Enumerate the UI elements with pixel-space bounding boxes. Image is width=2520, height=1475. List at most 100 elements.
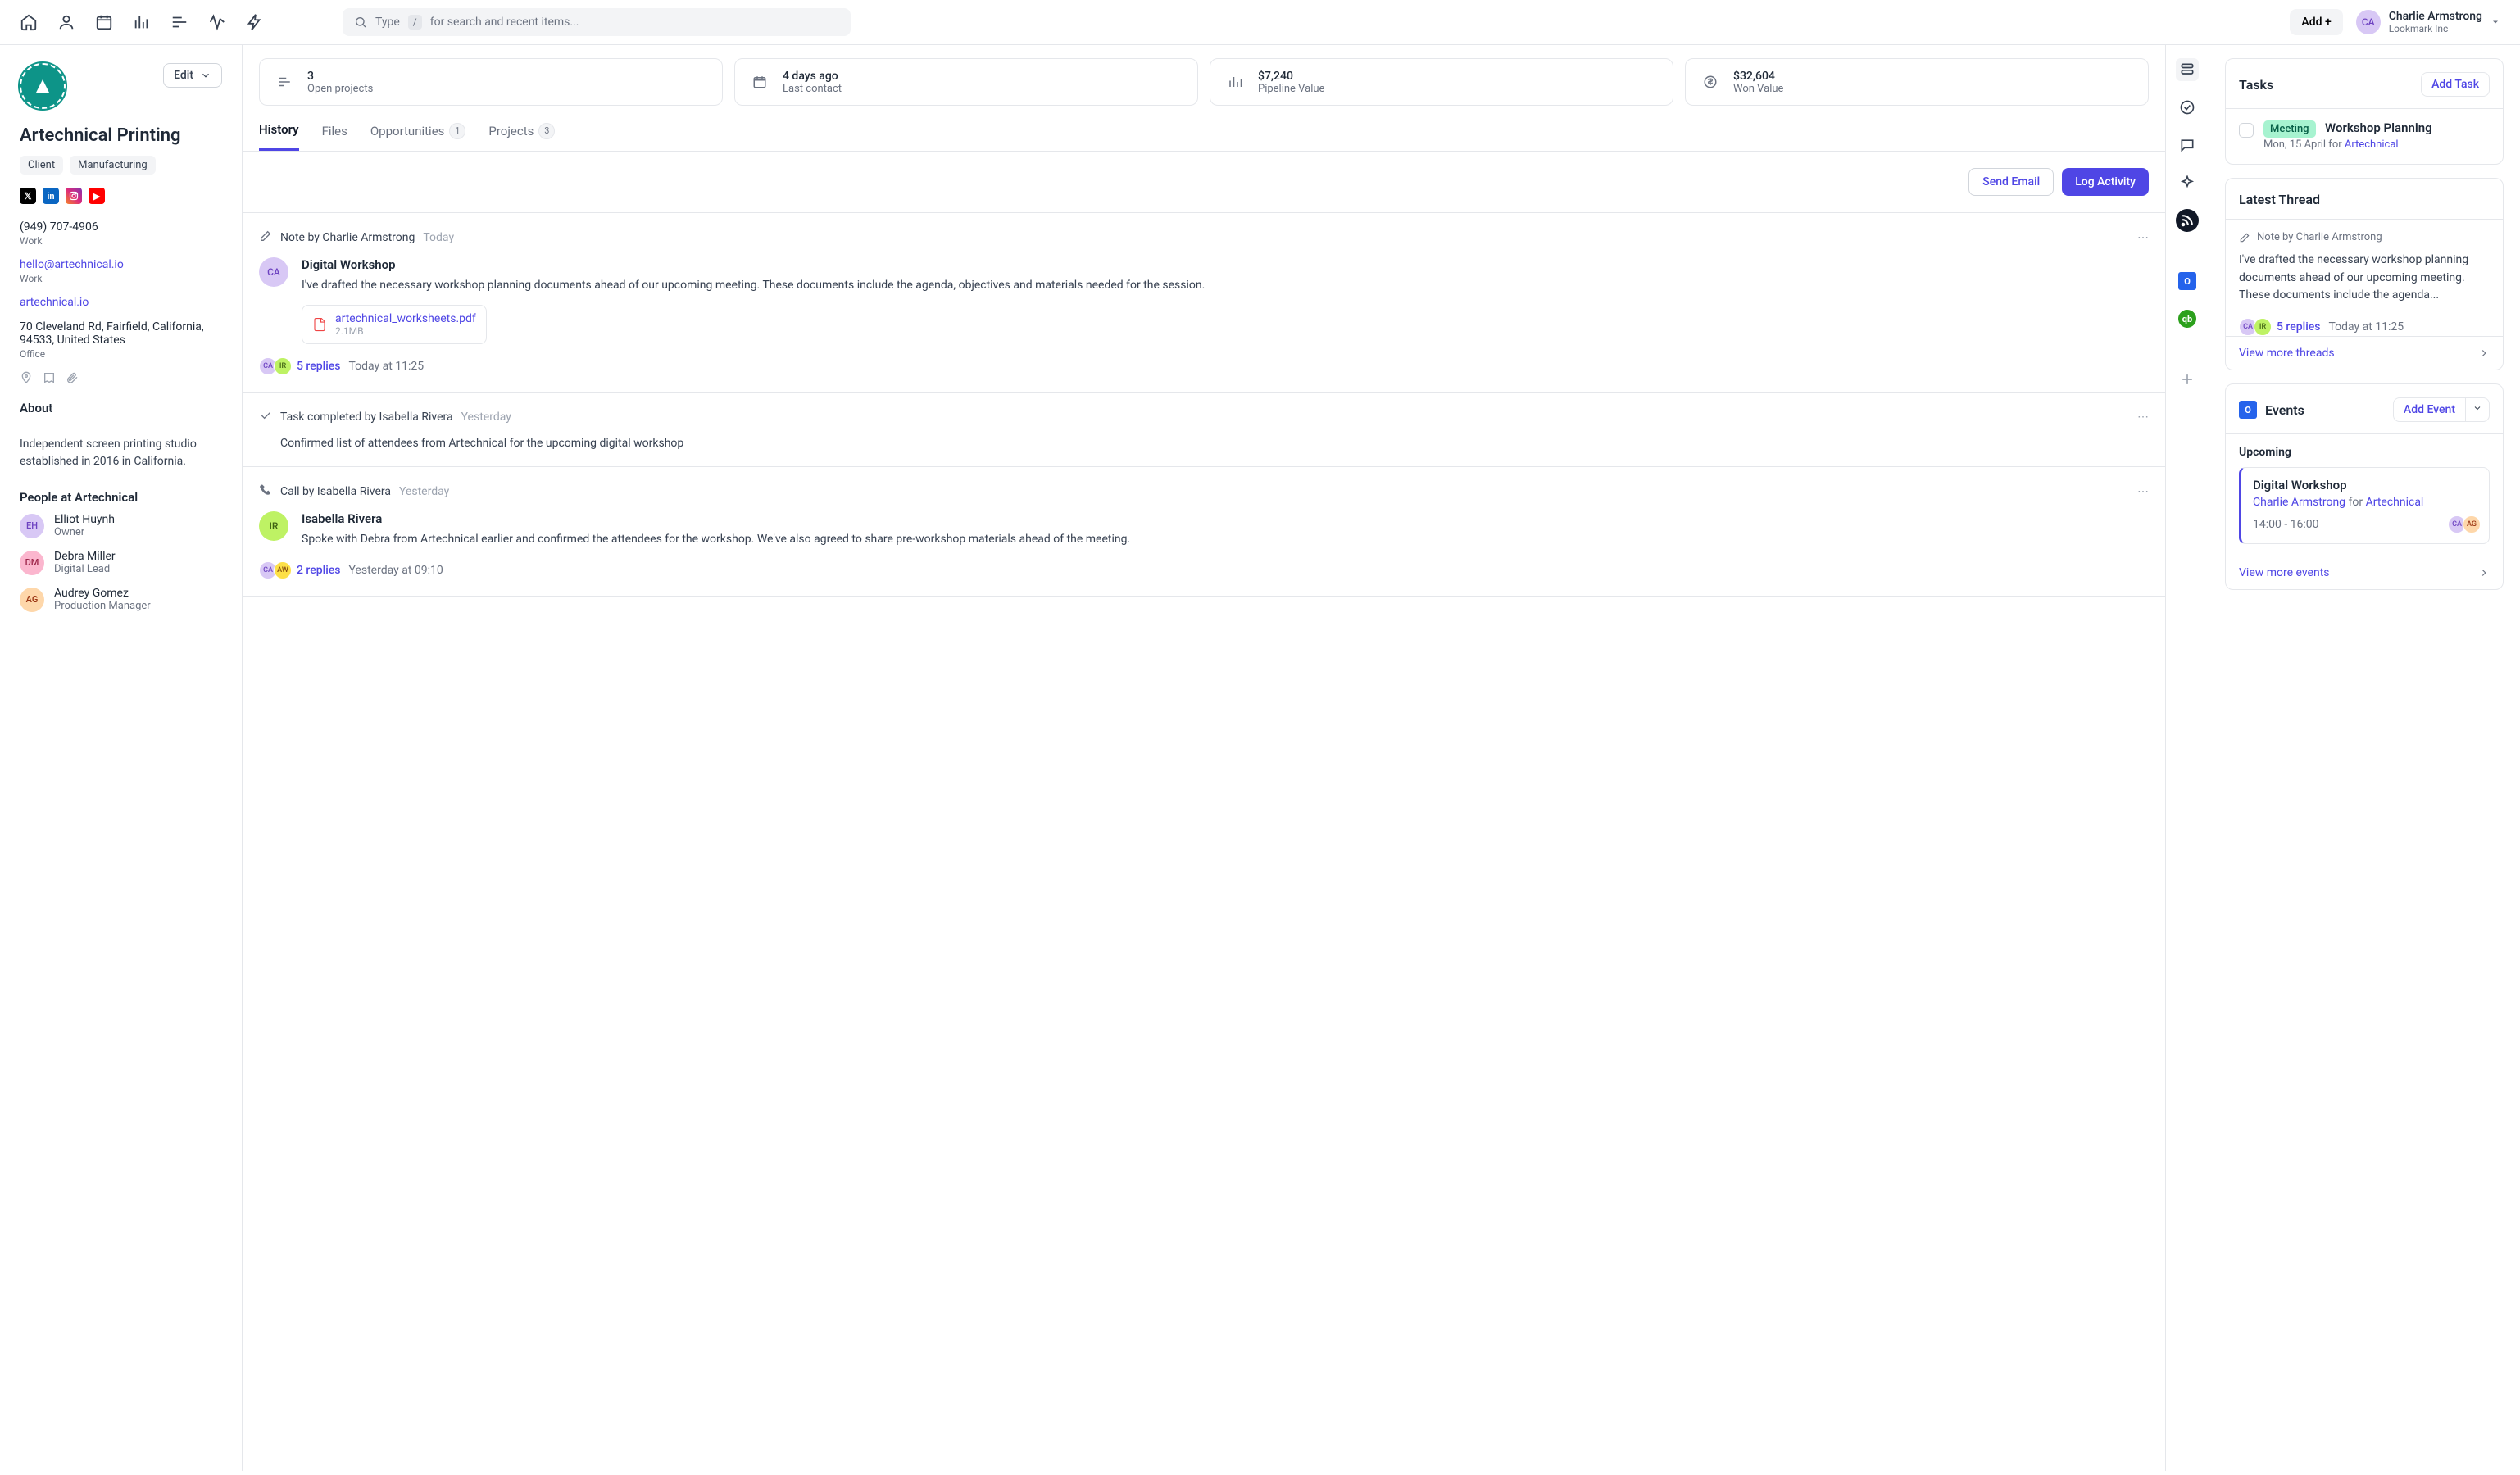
company-email-label: Work (20, 273, 222, 284)
list-icon[interactable] (170, 13, 188, 31)
timeline-when: Yesterday (461, 411, 511, 424)
person-item[interactable]: AG Audrey GomezProduction Manager (20, 587, 222, 612)
book-icon[interactable] (43, 371, 56, 384)
bolt-icon[interactable] (246, 13, 264, 31)
rail-plus-icon[interactable] (2176, 368, 2199, 391)
summary-icon (1222, 69, 1248, 95)
person-icon[interactable] (57, 13, 75, 31)
thread-replies-link[interactable]: 5 replies (2277, 320, 2320, 334)
send-email-button[interactable]: Send Email (1968, 168, 2054, 196)
tag[interactable]: Manufacturing (70, 156, 156, 175)
events-card: O Events Add Event Upcoming Digital Work… (2225, 384, 2504, 590)
add-event-dropdown[interactable] (2466, 397, 2490, 422)
topbar: Type / for search and recent items... Ad… (0, 0, 2520, 45)
summary-label: Open projects (307, 83, 373, 95)
timeline-menu[interactable]: ⋯ (2137, 411, 2149, 424)
tab-badge: 3 (538, 123, 555, 139)
note-icon (259, 229, 272, 246)
main-panel: 3Open projects 4 days agoLast contact $7… (242, 45, 2166, 1471)
event-name: Digital Workshop (2253, 478, 2477, 492)
rail-quickbooks-icon[interactable]: qb (2176, 307, 2199, 330)
linkedin-icon[interactable]: in (43, 188, 59, 204)
chart-icon[interactable] (133, 13, 151, 31)
youtube-icon[interactable]: ▶ (89, 188, 105, 204)
task-checkbox[interactable] (2239, 123, 2254, 138)
task-title: Workshop Planning (2325, 120, 2432, 135)
attachment[interactable]: artechnical_worksheets.pdf2.1MB (302, 305, 487, 344)
tab-files[interactable]: Files (322, 122, 347, 151)
replies-link[interactable]: 2 replies (297, 564, 340, 577)
rail-outlook-icon[interactable]: O (2176, 270, 2199, 293)
timeline-header-text: Task completed by Isabella Rivera (280, 411, 453, 424)
view-more-threads[interactable]: View more threads (2226, 336, 2503, 360)
search-bar[interactable]: Type / for search and recent items... (343, 8, 851, 36)
thread-card: Latest Thread Note by Charlie Armstrong … (2225, 178, 2504, 370)
add-button[interactable]: Add + (2290, 9, 2342, 35)
add-task-button[interactable]: Add Task (2421, 72, 2490, 97)
summary-card[interactable]: 4 days agoLast contact (734, 58, 1198, 106)
user-menu[interactable]: CA Charlie Armstrong Lookmark Inc (2356, 10, 2500, 34)
summary-icon (1697, 69, 1723, 95)
events-upcoming-label: Upcoming (2239, 446, 2490, 459)
instagram-icon[interactable] (66, 188, 82, 204)
edit-button[interactable]: Edit (163, 63, 222, 88)
timeline-header-text: Call by Isabella Rivera (280, 485, 391, 498)
timeline-item: Task completed by Isabella Rivera Yester… (243, 393, 2165, 467)
action-bar: Send Email Log Activity (243, 152, 2165, 213)
company-phone: (949) 707-4906 (20, 220, 222, 234)
person-item[interactable]: DM Debra MillerDigital Lead (20, 550, 222, 575)
view-more-events[interactable]: View more events (2226, 556, 2503, 579)
about-text: Independent screen printing studio estab… (20, 436, 222, 470)
summary-icon (747, 69, 773, 95)
person-avatar: EH (20, 514, 44, 538)
task-item[interactable]: Meeting Workshop Planning Mon, 15 April … (2239, 120, 2490, 151)
people-title: People at Artechnical (20, 490, 222, 505)
summary-card[interactable]: $32,604Won Value (1685, 58, 2149, 106)
thread-replies-time: Today at 11:25 (2328, 320, 2404, 334)
calendar-icon[interactable] (95, 13, 113, 31)
person-name: Debra Miller (54, 550, 116, 563)
tag[interactable]: Client (20, 156, 63, 175)
add-event-button[interactable]: Add Event (2393, 397, 2466, 422)
person-avatar: AG (20, 588, 44, 612)
event-item[interactable]: Digital Workshop Charlie Armstrong for A… (2239, 467, 2490, 544)
summary-card[interactable]: $7,240Pipeline Value (1210, 58, 1673, 106)
log-activity-button[interactable]: Log Activity (2062, 168, 2149, 196)
activity-icon[interactable] (208, 13, 226, 31)
stack-avatar: AG (2463, 515, 2481, 533)
chevron-right-icon (2478, 567, 2490, 579)
tab-projects[interactable]: Projects3 (488, 122, 555, 151)
timeline-menu[interactable]: ⋯ (2137, 231, 2149, 244)
timeline-item: Call by Isabella Rivera Yesterday ⋯ IR I… (243, 467, 2165, 597)
company-phone-label: Work (20, 235, 222, 247)
search-prefix: Type (375, 16, 400, 29)
thread-note-header: Note by Charlie Armstrong (2239, 231, 2490, 243)
person-role: Production Manager (54, 600, 151, 612)
company-mini-icons (20, 371, 222, 384)
attachment-icon[interactable] (66, 371, 79, 384)
rail-check-icon[interactable] (2176, 96, 2199, 119)
tab-opportunities[interactable]: Opportunities1 (370, 122, 466, 151)
user-avatar: CA (2356, 10, 2381, 34)
reply-avatar: AW (274, 561, 292, 579)
rail-stack-icon[interactable] (2176, 58, 2199, 81)
home-icon[interactable] (20, 13, 38, 31)
rail-feed-icon[interactable] (2176, 209, 2199, 232)
chevron-down-icon (2490, 17, 2500, 27)
company-email[interactable]: hello@artechnical.io (20, 258, 222, 271)
search-hint: for search and recent items... (430, 16, 579, 29)
company-website[interactable]: artechnical.io (20, 296, 222, 309)
tab-badge: 1 (449, 123, 465, 139)
company-sidebar: Edit Artechnical Printing Client Manufac… (0, 45, 242, 1471)
rail-chat-icon[interactable] (2176, 134, 2199, 157)
tab-history[interactable]: History (259, 122, 299, 151)
timeline-menu[interactable]: ⋯ (2137, 485, 2149, 498)
x-twitter-icon[interactable]: 𝕏 (20, 188, 36, 204)
stack-avatar: IR (2254, 318, 2272, 336)
person-item[interactable]: EH Elliot HuynhOwner (20, 513, 222, 538)
replies-link[interactable]: 5 replies (297, 360, 340, 373)
pin-icon[interactable] (20, 371, 33, 384)
timeline-header-text: Note by Charlie Armstrong (280, 231, 415, 244)
rail-sparkle-icon[interactable] (2176, 171, 2199, 194)
summary-card[interactable]: 3Open projects (259, 58, 723, 106)
